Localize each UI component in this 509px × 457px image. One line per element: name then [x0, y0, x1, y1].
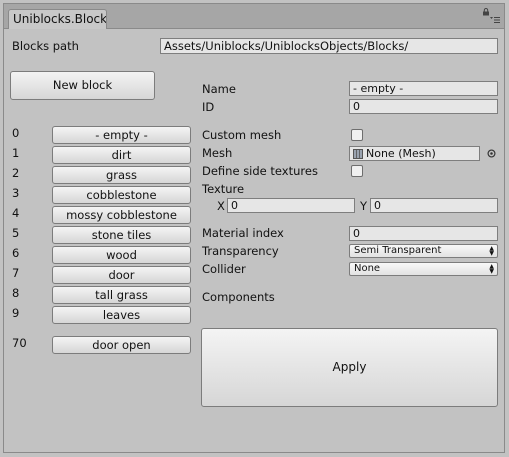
- blocks-path-label: Blocks path: [12, 39, 79, 53]
- tab-bar: Uniblocks.Block: [4, 4, 504, 29]
- collider-dropdown[interactable]: None ▲ ▼: [349, 262, 498, 276]
- transparency-label: Transparency: [202, 244, 279, 258]
- texture-y-field[interactable]: 0: [370, 198, 498, 213]
- tab-uniblocks-block[interactable]: Uniblocks.Block: [8, 9, 107, 29]
- block-button[interactable]: - empty -: [52, 126, 191, 144]
- dropdown-arrows-icon: ▲ ▼: [489, 245, 494, 257]
- texture-y-label: Y: [360, 199, 368, 213]
- lock-icon[interactable]: [482, 8, 490, 16]
- transparency-value: Semi Transparent: [354, 245, 442, 256]
- block-index-label: 70: [12, 336, 27, 350]
- material-index-field[interactable]: 0: [349, 226, 498, 241]
- block-button[interactable]: cobblestone: [52, 186, 191, 204]
- texture-x-label: X: [217, 199, 225, 213]
- blocks-path-field[interactable]: Assets/Uniblocks/UniblocksObjects/Blocks…: [160, 38, 498, 54]
- new-block-button[interactable]: New block: [10, 71, 155, 100]
- name-field[interactable]: - empty -: [349, 81, 498, 96]
- block-index-label: 8: [12, 286, 20, 300]
- id-field[interactable]: 0: [349, 99, 498, 114]
- object-picker-icon[interactable]: [487, 149, 496, 158]
- texture-x-field[interactable]: 0: [227, 198, 355, 213]
- material-index-label: Material index: [202, 226, 284, 240]
- collider-value: None: [354, 263, 381, 274]
- block-index-label: 4: [12, 206, 20, 220]
- texture-label: Texture: [202, 182, 245, 196]
- block-button[interactable]: door open: [52, 336, 191, 354]
- mesh-icon: [353, 149, 363, 159]
- define-side-textures-label: Define side textures: [202, 164, 318, 178]
- block-button[interactable]: wood: [52, 246, 191, 264]
- block-button[interactable]: grass: [52, 166, 191, 184]
- define-side-textures-checkbox[interactable]: [351, 165, 363, 177]
- collider-label: Collider: [202, 262, 246, 276]
- block-button[interactable]: tall grass: [52, 286, 191, 304]
- transparency-dropdown[interactable]: Semi Transparent ▲ ▼: [349, 244, 498, 258]
- block-index-label: 6: [12, 246, 20, 260]
- block-index-label: 1: [12, 146, 20, 160]
- block-index-label: 7: [12, 266, 20, 280]
- name-label: Name: [202, 82, 236, 96]
- block-button[interactable]: leaves: [52, 306, 191, 324]
- block-index-label: 0: [12, 126, 20, 140]
- block-index-label: 9: [12, 306, 20, 320]
- components-label: Components: [202, 290, 275, 304]
- block-index-label: 3: [12, 186, 20, 200]
- dropdown-arrows-icon: ▲ ▼: [489, 263, 494, 275]
- block-index-label: 2: [12, 166, 20, 180]
- block-index-label: 5: [12, 226, 20, 240]
- mesh-label: Mesh: [202, 146, 233, 160]
- block-button[interactable]: dirt: [52, 146, 191, 164]
- window-menu-icon[interactable]: [490, 16, 500, 24]
- id-label: ID: [202, 100, 215, 114]
- block-button[interactable]: stone tiles: [52, 226, 191, 244]
- block-button[interactable]: mossy cobblestone: [52, 206, 191, 224]
- block-button[interactable]: door: [52, 266, 191, 284]
- custom-mesh-checkbox[interactable]: [351, 129, 363, 141]
- mesh-object-field[interactable]: None (Mesh): [349, 146, 480, 161]
- mesh-value: None (Mesh): [366, 147, 436, 160]
- custom-mesh-label: Custom mesh: [202, 128, 282, 142]
- apply-button[interactable]: Apply: [201, 328, 498, 407]
